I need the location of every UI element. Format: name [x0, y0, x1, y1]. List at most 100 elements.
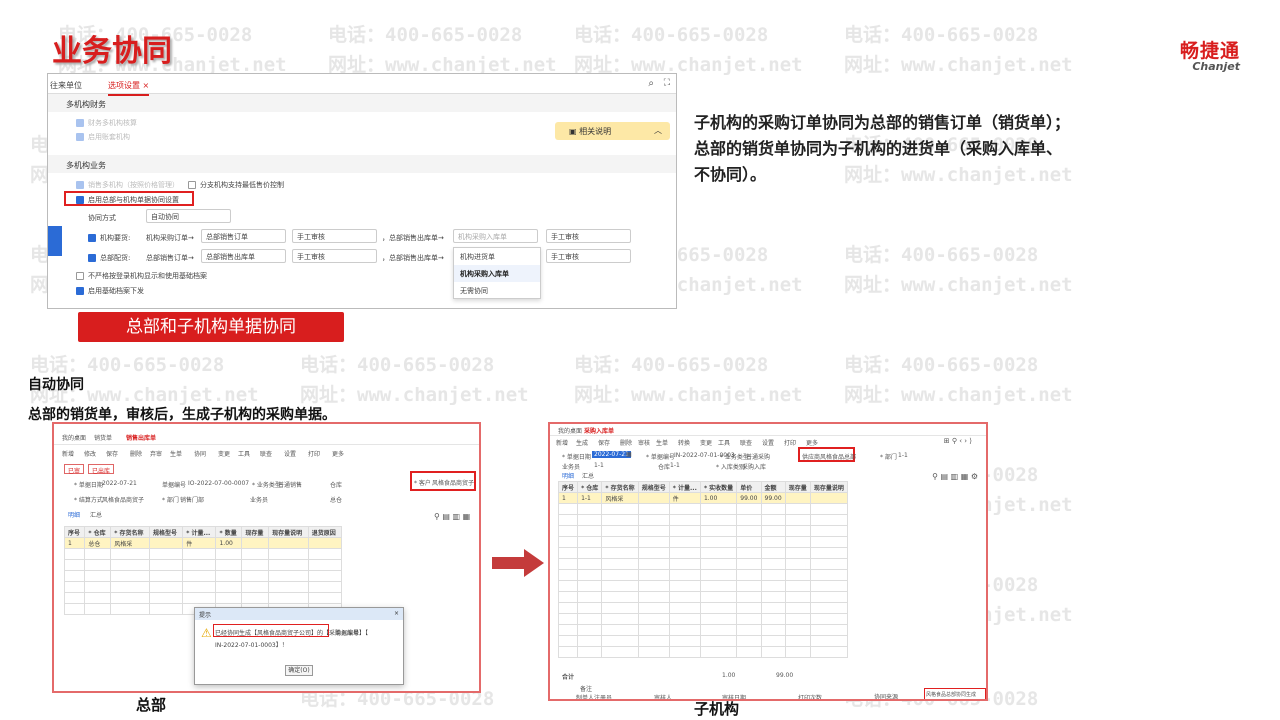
toolbar-delete[interactable]: 删除	[130, 449, 142, 458]
field-warehouse[interactable]: 总仓	[330, 495, 342, 504]
tab-sales-outbound[interactable]: 销售出库单	[126, 433, 156, 442]
help-button[interactable]: ▣ 相关说明 ︿	[555, 122, 670, 140]
subtab-detail[interactable]: 明细	[562, 471, 574, 480]
toolbar-save[interactable]: 保存	[598, 438, 610, 447]
toolbar-save[interactable]: 保存	[106, 449, 118, 458]
tab-purchase-inbound[interactable]: 采购入库单	[584, 426, 614, 435]
target2-select[interactable]: 机构采购入库单	[453, 229, 538, 243]
tab-sales[interactable]: 销货单	[94, 433, 112, 442]
toolbar-link[interactable]: 联查	[740, 438, 752, 447]
field-staff[interactable]: 1-1	[594, 462, 604, 469]
row-tools-icons[interactable]: ⚲ ▤ ▥ ▦ ⚙	[932, 472, 978, 481]
toolbar-more[interactable]: 更多	[806, 438, 818, 447]
toolbar-make[interactable]: 生单	[656, 438, 668, 447]
field-category[interactable]: 采购入库	[742, 462, 766, 471]
table-cell[interactable]: 风格采	[601, 492, 639, 504]
sync-mode-select[interactable]: 自动协同	[146, 209, 231, 223]
tab-desktop[interactable]: 我的桌面	[62, 433, 86, 442]
table-cell[interactable]: 1.00	[699, 492, 738, 504]
toolbar-change[interactable]: 变更	[218, 449, 230, 458]
toolbar-unaudit[interactable]: 弃审	[150, 449, 162, 458]
table-cell[interactable]: 件	[668, 492, 701, 504]
table-cell[interactable]	[784, 492, 811, 504]
field-customer[interactable]: 风格食品商贸子	[432, 478, 474, 487]
dropdown-option[interactable]: 机构进货单	[454, 248, 540, 265]
table-cell[interactable]: 1	[63, 537, 86, 549]
toolbar-convert[interactable]: 转换	[678, 438, 690, 447]
option-base-archive[interactable]: 启用基础档案下发	[76, 286, 144, 296]
toolbar-tools[interactable]: 工具	[718, 438, 730, 447]
field-dept[interactable]: 1-1	[898, 452, 908, 459]
row-tools-icons[interactable]: ⚲ ▤ ▥ ▦	[434, 512, 470, 521]
checkbox[interactable]	[76, 272, 84, 280]
field-no[interactable]: IO-2022-07-00-0007	[188, 480, 249, 487]
toolbar-new[interactable]: 新增	[62, 449, 74, 458]
table-cell[interactable]	[637, 492, 670, 504]
table-cell[interactable]: 99.00	[760, 492, 786, 504]
close-icon[interactable]: ×	[394, 610, 399, 617]
toolbar-print[interactable]: 打印	[784, 438, 796, 447]
subtab-summary[interactable]: 汇总	[582, 471, 594, 480]
table-cell[interactable]	[149, 537, 184, 549]
tab-options[interactable]: 选项设置 ×	[108, 80, 150, 96]
subtab-detail[interactable]: 明细	[68, 510, 80, 519]
field-biz[interactable]: 普通采购	[746, 452, 770, 461]
audit-select[interactable]: 手工审核	[292, 229, 377, 243]
table-cell[interactable]: 1	[557, 492, 579, 504]
toolbar-gen[interactable]: 生成	[576, 438, 588, 447]
calendar-icon[interactable]: ▦	[626, 451, 632, 458]
tab-desktop[interactable]: 我的桌面	[558, 426, 582, 435]
close-icon[interactable]: ×	[143, 81, 150, 90]
row-hq-dist[interactable]: 总部配货:	[88, 253, 130, 263]
field-biz[interactable]: 普通销售	[278, 480, 302, 489]
checkbox[interactable]	[76, 287, 84, 295]
field-wh[interactable]: 1-1	[670, 462, 680, 469]
checkbox[interactable]	[188, 181, 196, 189]
expand-icon[interactable]: ⛶	[664, 78, 670, 88]
toolbar-settings[interactable]: 设置	[284, 449, 296, 458]
table-cell[interactable]	[307, 537, 343, 549]
toolbar-change[interactable]: 变更	[700, 438, 712, 447]
audit2-select[interactable]: 手工审核	[546, 249, 631, 263]
toolbar-tools[interactable]: 工具	[238, 449, 250, 458]
table-cell[interactable]: 总仓	[84, 537, 112, 549]
toolbar-settings[interactable]: 设置	[762, 438, 774, 447]
field-supplier[interactable]: 风格食品总部	[820, 452, 856, 461]
checkbox[interactable]	[88, 234, 96, 242]
option-no-strict[interactable]: 不严格按登录机构显示和使用基础档案	[76, 271, 207, 281]
table-cell[interactable]	[268, 537, 309, 549]
toolbar-print[interactable]: 打印	[308, 449, 320, 458]
option-min-price[interactable]: 分支机构支持最低售价控制	[188, 180, 284, 190]
target-select[interactable]: 总部销售订单	[201, 229, 286, 243]
target-select[interactable]: 总部销售出库单	[201, 249, 286, 263]
tab-contacts[interactable]: 往来单位	[50, 80, 82, 91]
row-branch-order[interactable]: 机构要货:	[88, 233, 130, 243]
toolbar-new[interactable]: 新增	[556, 438, 568, 447]
checkbox[interactable]	[88, 254, 96, 262]
ok-button[interactable]: 确定(O)	[285, 665, 313, 676]
toolbar-edit[interactable]: 修改	[84, 449, 96, 458]
toolbar-delete[interactable]: 删除	[620, 438, 632, 447]
field-mode[interactable]: 风格食品商贸子	[102, 495, 144, 504]
toolbar-more[interactable]: 更多	[332, 449, 344, 458]
dropdown-option[interactable]: 无需协同	[454, 282, 540, 299]
table-cell[interactable]: 件	[182, 537, 217, 549]
subtab-summary[interactable]: 汇总	[90, 510, 102, 519]
nav-arrows-icon[interactable]: ⊞ ⚲ ‹ › ⟩	[944, 437, 972, 445]
toolbar-audit[interactable]: 审核	[638, 438, 650, 447]
table-cell[interactable]	[241, 537, 270, 549]
toolbar-gen[interactable]: 生单	[170, 449, 182, 458]
toolbar-sync[interactable]: 协同	[194, 449, 206, 458]
table-cell[interactable]: 1-1	[577, 492, 603, 504]
audit-select[interactable]: 手工审核	[292, 249, 377, 263]
field-dept[interactable]: 销售门部	[180, 495, 204, 504]
dropdown-option[interactable]: 机构采购入库单	[454, 265, 540, 282]
table-cell[interactable]: 风格采	[110, 537, 151, 549]
table-cell[interactable]	[809, 492, 849, 504]
table-cell[interactable]: 1.00	[215, 537, 243, 549]
audit2-select[interactable]: 手工审核	[546, 229, 631, 243]
field-date[interactable]: 2022-07-21	[102, 480, 137, 487]
search-icon[interactable]: ⌕	[648, 78, 654, 89]
table-cell[interactable]: 99.00	[736, 492, 762, 504]
toolbar-link[interactable]: 联查	[260, 449, 272, 458]
